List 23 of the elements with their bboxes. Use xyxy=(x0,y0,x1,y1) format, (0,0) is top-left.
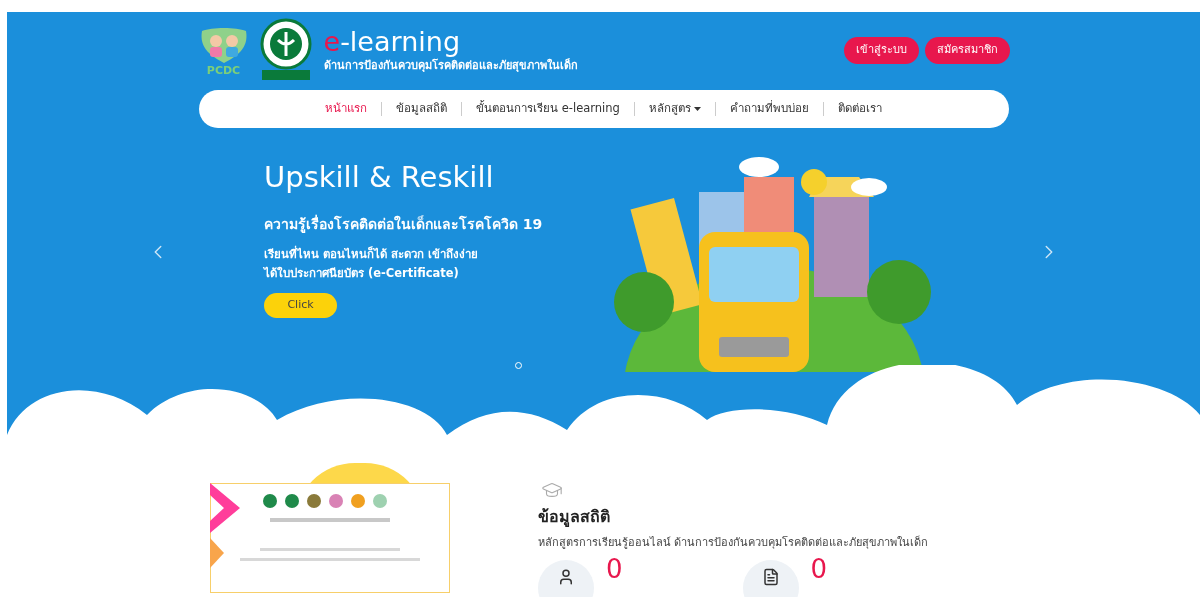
click-button[interactable]: Click xyxy=(264,292,337,318)
nav-link[interactable]: ติดต่อเรา xyxy=(837,100,882,118)
register-button[interactable]: สมัครสมาชิก xyxy=(924,36,1010,64)
site-title: e-learning xyxy=(323,25,462,58)
hero-text: เรียนที่ไหน ตอนไหนก็ได้ สะดวก เข้าถึงง่าย xyxy=(264,244,479,263)
stat-value: 0 xyxy=(810,555,828,582)
logo-text: PCDC xyxy=(206,64,241,76)
site-subtitle: ด้านการป้องกันควบคุมโรคติดต่อและภัยสุขภาพในเด็ก xyxy=(323,57,578,74)
document-icon xyxy=(761,567,780,586)
nav-link[interactable]: ขั้นตอนการเรียน e-learning xyxy=(476,100,620,118)
section-heading: ข้อมูลสถิติ xyxy=(538,506,611,529)
stat-value: 0 xyxy=(606,555,623,582)
emblem-icon xyxy=(259,18,312,82)
hero-subtitle: ความรู้เรื่องโรคติดต่อในเด็กและโรคโควิด 19 xyxy=(264,213,544,235)
nav-link[interactable]: ข้อมูลสถิติ xyxy=(396,100,448,118)
hero-title: Upskill & Reskill xyxy=(264,159,495,197)
nav-link[interactable]: คำถามที่พบบ่อย xyxy=(729,100,809,118)
hero-text: ได้ใบประกาศนียบัตร (e-Certificate) xyxy=(264,264,460,282)
nav-link[interactable]: หน้าแรก xyxy=(325,100,368,118)
person-icon xyxy=(557,567,575,586)
nav-link[interactable]: หลักสูตร xyxy=(648,100,701,118)
section-description: หลักสูตรการเรียนรู้ออนไลน์ ด้านการป้องกันควบคุมโรคติดต่อและภัยสุขภาพในเด็ก xyxy=(538,535,929,551)
login-button[interactable]: เข้าสู่ระบบ xyxy=(843,36,919,64)
